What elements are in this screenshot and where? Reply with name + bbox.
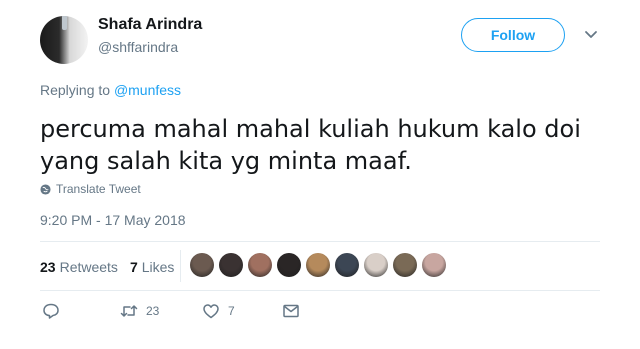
retweet-icon [120, 305, 138, 317]
heart-icon [203, 304, 219, 319]
tweet-actions: 23 7 [40, 302, 340, 324]
like-count: 7 [228, 304, 235, 318]
stats-separator [180, 250, 181, 282]
retweets-count: 23 [40, 259, 56, 275]
liker-avatar[interactable] [219, 253, 243, 277]
translate-tweet-label[interactable]: Translate Tweet [56, 182, 141, 196]
direct-message-button[interactable] [282, 302, 300, 320]
retweet-button[interactable]: 23 [120, 302, 159, 320]
author-name[interactable]: Shafa Arindra [98, 16, 202, 34]
globe-icon [40, 183, 51, 195]
tweet-timestamp[interactable]: 9:20 PM - 17 May 2018 [40, 212, 186, 228]
liker-avatar[interactable] [277, 253, 301, 277]
liker-avatar[interactable] [335, 253, 359, 277]
replying-to: Replying to @munfess [40, 82, 181, 98]
retweets-stat[interactable]: 23 Retweets [40, 259, 118, 275]
divider-bottom [40, 290, 600, 291]
follow-button[interactable]: Follow [461, 18, 565, 52]
tweet-stats: 23 Retweets 7 Likes [40, 259, 186, 275]
reply-icon [43, 303, 59, 319]
liker-avatar[interactable] [422, 253, 446, 277]
author-handle[interactable]: @shffarindra [98, 39, 178, 55]
reply-button[interactable] [42, 302, 60, 320]
retweet-count: 23 [146, 304, 160, 318]
like-button[interactable]: 7 [202, 302, 235, 320]
translate-tweet-link[interactable]: Translate Tweet [40, 182, 141, 196]
retweets-label: Retweets [59, 259, 118, 275]
liker-avatar[interactable] [248, 253, 272, 277]
liker-avatar[interactable] [306, 253, 330, 277]
tweet-text: percuma mahal mahal kuliah hukum kalo do… [40, 115, 581, 175]
likes-stat[interactable]: 7 Likes [130, 259, 174, 275]
liker-avatars [190, 253, 451, 277]
replying-to-prefix: Replying to [40, 82, 114, 98]
likes-count: 7 [129, 259, 138, 275]
liker-avatar[interactable] [364, 253, 388, 277]
replying-to-link[interactable]: @munfess [114, 82, 181, 98]
envelope-icon [283, 304, 299, 318]
liker-avatar[interactable] [393, 253, 417, 277]
chevron-down-icon[interactable] [584, 30, 598, 40]
author-avatar[interactable] [40, 16, 88, 64]
liker-avatar[interactable] [190, 253, 214, 277]
likes-label: Likes [141, 259, 175, 275]
divider-top [40, 241, 600, 242]
